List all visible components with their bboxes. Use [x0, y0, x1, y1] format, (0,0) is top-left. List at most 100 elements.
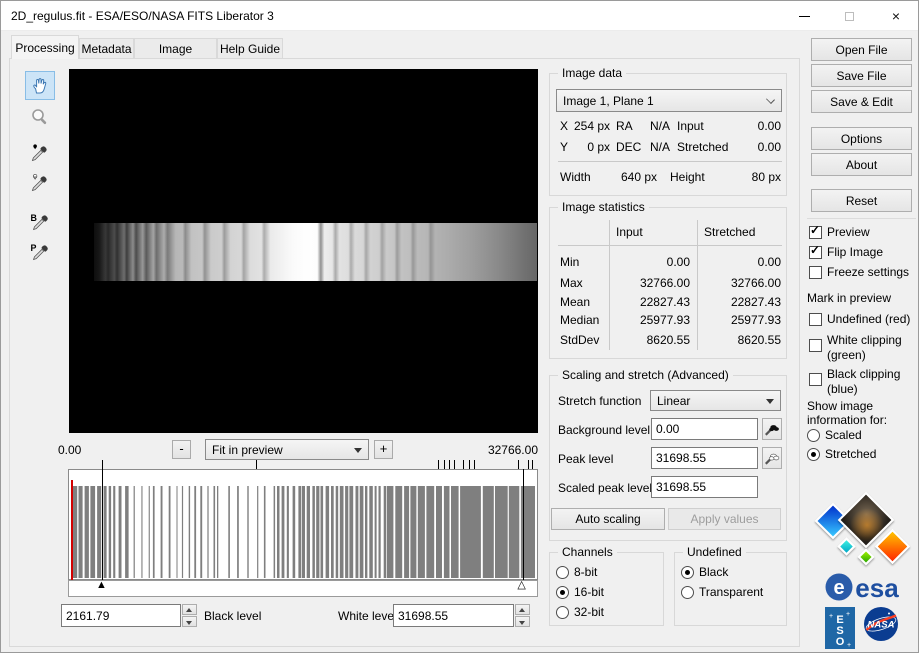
preview-checkbox-label: Preview: [827, 225, 870, 240]
window-title: 2D_regulus.fit - ESA/ESO/NASA FITS Liber…: [11, 9, 274, 23]
open-file-button[interactable]: Open File: [811, 38, 912, 61]
white-level-handle[interactable]: △: [517, 578, 525, 592]
stat-row-stretched: 25977.93: [692, 313, 781, 327]
white-clipping-checkbox[interactable]: ✓ White clipping (green): [809, 333, 911, 363]
reset-button[interactable]: Reset: [811, 189, 912, 212]
esa-logo: e esa: [823, 571, 905, 603]
scaled-peak-level-input[interactable]: [651, 476, 758, 498]
radio-icon: [681, 586, 694, 599]
white-clipping-checkbox-label: White clipping (green): [827, 333, 911, 363]
divider: [558, 161, 782, 162]
radio-32bit[interactable]: 32-bit: [556, 605, 604, 620]
radio-32bit-label: 32-bit: [574, 605, 604, 620]
stretch-function-dropdown[interactable]: Linear: [650, 390, 781, 411]
background-level-label: Background level: [558, 423, 650, 437]
stat-row-input: 22827.43: [594, 295, 690, 309]
save-file-button[interactable]: Save File: [811, 64, 912, 87]
about-button[interactable]: About: [811, 153, 912, 176]
svg-text:esa: esa: [855, 573, 899, 603]
svg-text:B: B: [30, 212, 36, 222]
radio-transparent-label: Transparent: [699, 585, 763, 600]
nasa-logo: NASA: [863, 606, 899, 642]
flip-image-checkbox[interactable]: ✓ Flip Image: [809, 245, 883, 260]
radio-8bit-label: 8-bit: [574, 565, 597, 580]
tab-processing[interactable]: Processing: [11, 35, 79, 59]
close-button[interactable]: ×: [872, 1, 919, 31]
image-data-title: Image data: [558, 66, 626, 80]
dec-value: N/A: [630, 140, 670, 154]
undefined-red-checkbox[interactable]: ✓ Undefined (red): [809, 312, 910, 327]
histogram-zoom-out-button[interactable]: -: [172, 440, 191, 459]
histogram-max-label: 32766.00: [478, 443, 538, 457]
level-slider-track[interactable]: [68, 580, 538, 597]
x-value: 254 px: [562, 119, 610, 133]
peak-picker-button[interactable]: [762, 447, 782, 469]
plane-selector-dropdown[interactable]: Image 1, Plane 1: [556, 89, 782, 112]
undefined-red-checkbox-label: Undefined (red): [827, 312, 910, 327]
minimize-icon: [799, 16, 810, 17]
auto-scaling-button[interactable]: Auto scaling: [551, 508, 665, 530]
radio-undefined-black[interactable]: Black: [681, 565, 728, 580]
freeze-settings-checkbox[interactable]: ✓ Freeze settings: [809, 265, 909, 280]
radio-16bit[interactable]: 16-bit: [556, 585, 604, 600]
tab-image-headers[interactable]: Image Headers: [134, 38, 217, 59]
peak-picker-tool-button[interactable]: [26, 170, 53, 195]
histogram-plot[interactable]: [68, 469, 538, 580]
preview-checkbox[interactable]: ✓ Preview: [809, 225, 870, 240]
radio-icon: [807, 448, 820, 461]
background-level-input[interactable]: [651, 418, 758, 440]
background-picker-tool-button[interactable]: [26, 140, 53, 165]
stat-row-input: 25977.93: [594, 313, 690, 327]
peak-level-input[interactable]: [651, 447, 758, 469]
black-clipping-checkbox[interactable]: ✓ Black clipping (blue): [809, 367, 911, 397]
white-dropper-icon: [30, 173, 50, 193]
white-level-dropper-icon: P: [30, 242, 50, 262]
checkmark-icon: ✓: [810, 243, 820, 257]
height-value: 80 px: [722, 170, 781, 184]
black-level-picker-tool-button[interactable]: B: [26, 209, 53, 234]
zoom-tool-button[interactable]: [28, 105, 52, 129]
radio-stretched[interactable]: Stretched: [807, 447, 876, 462]
white-level-marker-line[interactable]: [523, 469, 524, 581]
black-level-marker-line[interactable]: [102, 460, 103, 584]
tab-metadata[interactable]: Metadata: [79, 38, 134, 59]
flip-image-checkbox-label: Flip Image: [827, 245, 883, 260]
preview-image[interactable]: [69, 69, 538, 433]
radio-8bit[interactable]: 8-bit: [556, 565, 597, 580]
hand-tool-button[interactable]: [25, 71, 55, 100]
black-level-spinner[interactable]: [182, 604, 197, 627]
background-picker-button[interactable]: [762, 418, 782, 440]
maximize-button[interactable]: [827, 1, 872, 31]
minimize-button[interactable]: [782, 1, 827, 31]
spectrum-band: [94, 223, 537, 281]
svg-text:+: +: [846, 611, 850, 618]
tab-help-guide[interactable]: Help Guide: [217, 38, 283, 59]
radio-16bit-label: 16-bit: [574, 585, 604, 600]
input-label: Input: [677, 119, 704, 133]
checkbox-icon: ✓: [809, 373, 822, 386]
white-level-input[interactable]: [393, 604, 514, 627]
radio-black-label: Black: [699, 565, 728, 580]
white-level-picker-tool-button[interactable]: P: [26, 239, 53, 264]
black-level-handle[interactable]: ▲: [96, 578, 107, 592]
stretched-value: 0.00: [702, 140, 781, 154]
radio-undefined-transparent[interactable]: Transparent: [681, 585, 763, 600]
apply-values-button[interactable]: Apply values: [668, 508, 781, 530]
stat-row-input: 8620.55: [594, 333, 690, 347]
stat-row-stretched: 32766.00: [692, 276, 781, 290]
white-level-spinner[interactable]: [515, 604, 530, 627]
histogram-zoom-in-button[interactable]: +: [374, 440, 393, 459]
black-level-input[interactable]: [61, 604, 181, 627]
height-label: Height: [670, 170, 705, 184]
stretch-function-label: Stretch function: [558, 394, 641, 408]
stat-row-input: 0.00: [594, 255, 690, 269]
titlebar: 2D_regulus.fit - ESA/ESO/NASA FITS Liber…: [1, 1, 918, 31]
options-button[interactable]: Options: [811, 127, 912, 150]
save-edit-button[interactable]: Save & Edit: [811, 90, 912, 113]
radio-scaled[interactable]: Scaled: [807, 428, 862, 443]
mark-in-preview-title: Mark in preview: [807, 291, 891, 305]
radio-icon: [681, 566, 694, 579]
width-value: 640 px: [582, 170, 657, 184]
histogram-zoom-mode-dropdown[interactable]: Fit in preview: [205, 439, 369, 460]
stats-col-input: Input: [616, 225, 643, 239]
